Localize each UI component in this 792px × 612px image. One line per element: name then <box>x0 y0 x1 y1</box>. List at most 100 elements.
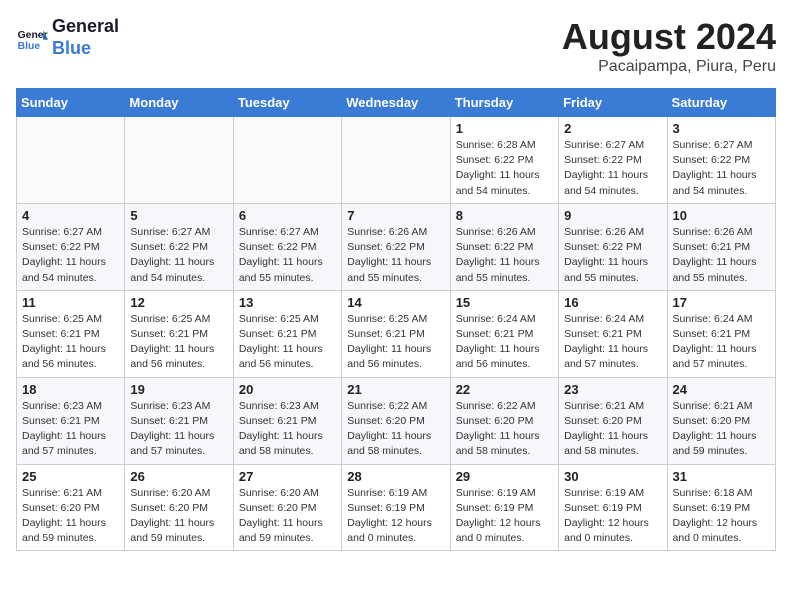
day-of-week-header: Saturday <box>667 89 775 117</box>
day-number: 11 <box>22 295 119 310</box>
day-info: Sunrise: 6:20 AMSunset: 6:20 PMDaylight:… <box>130 486 227 547</box>
day-info: Sunrise: 6:27 AMSunset: 6:22 PMDaylight:… <box>564 138 661 199</box>
day-number: 12 <box>130 295 227 310</box>
calendar-cell: 24Sunrise: 6:21 AMSunset: 6:20 PMDayligh… <box>667 377 775 464</box>
day-number: 16 <box>564 295 661 310</box>
day-of-week-header: Thursday <box>450 89 558 117</box>
day-of-week-header: Sunday <box>17 89 125 117</box>
day-number: 18 <box>22 382 119 397</box>
day-info: Sunrise: 6:26 AMSunset: 6:22 PMDaylight:… <box>347 225 444 286</box>
calendar-cell: 9 Sunrise: 6:26 AMSunset: 6:22 PMDaylight… <box>559 203 667 290</box>
day-info: Sunrise: 6:26 AMSunset: 6:22 PMDaylight:… <box>456 225 553 286</box>
title-block: August 2024 Pacaipampa, Piura, Peru <box>562 16 776 76</box>
calendar-cell: 6 Sunrise: 6:27 AMSunset: 6:22 PMDaylight… <box>233 203 341 290</box>
calendar-cell: 12 Sunrise: 6:25 AMSunset: 6:21 PMDayligh… <box>125 290 233 377</box>
calendar-cell: 4 Sunrise: 6:27 AMSunset: 6:22 PMDaylight… <box>17 203 125 290</box>
day-number: 8 <box>456 208 553 223</box>
day-info: Sunrise: 6:24 AMSunset: 6:21 PMDaylight:… <box>456 312 553 373</box>
day-info: Sunrise: 6:24 AMSunset: 6:21 PMDaylight:… <box>673 312 770 373</box>
calendar-cell: 25 Sunrise: 6:21 AMSunset: 6:20 PMDayligh… <box>17 464 125 551</box>
calendar-cell: 3 Sunrise: 6:27 AMSunset: 6:22 PMDaylight… <box>667 117 775 204</box>
day-of-week-header: Wednesday <box>342 89 450 117</box>
calendar-cell: 19Sunrise: 6:23 AMSunset: 6:21 PMDayligh… <box>125 377 233 464</box>
calendar-cell: 29 Sunrise: 6:19 AMSunset: 6:19 PMDayligh… <box>450 464 558 551</box>
calendar-cell: 10 Sunrise: 6:26 AMSunset: 6:21 PMDayligh… <box>667 203 775 290</box>
day-of-week-header: Monday <box>125 89 233 117</box>
day-number: 28 <box>347 469 444 484</box>
day-of-week-header: Tuesday <box>233 89 341 117</box>
logo-text: General Blue <box>52 16 119 59</box>
day-number: 21 <box>347 382 444 397</box>
day-info: Sunrise: 6:24 AMSunset: 6:21 PMDaylight:… <box>564 312 661 373</box>
day-number: 23 <box>564 382 661 397</box>
day-number: 30 <box>564 469 661 484</box>
calendar-cell: 20 Sunrise: 6:23 AMSunset: 6:21 PMDayligh… <box>233 377 341 464</box>
calendar-cell <box>125 117 233 204</box>
day-info: Sunrise: 6:27 AMSunset: 6:22 PMDaylight:… <box>239 225 336 286</box>
calendar-cell: 7 Sunrise: 6:26 AMSunset: 6:22 PMDaylight… <box>342 203 450 290</box>
calendar-cell: 30 Sunrise: 6:19 AMSunset: 6:19 PMDayligh… <box>559 464 667 551</box>
day-info: Sunrise: 6:25 AMSunset: 6:21 PMDaylight:… <box>130 312 227 373</box>
day-info: Sunrise: 6:23 AMSunset: 6:21 PMDaylight:… <box>22 399 119 460</box>
day-number: 7 <box>347 208 444 223</box>
day-info: Sunrise: 6:27 AMSunset: 6:22 PMDaylight:… <box>22 225 119 286</box>
day-info: Sunrise: 6:28 AMSunset: 6:22 PMDaylight:… <box>456 138 553 199</box>
day-number: 13 <box>239 295 336 310</box>
calendar-cell: 22 Sunrise: 6:22 AMSunset: 6:20 PMDayligh… <box>450 377 558 464</box>
day-info: Sunrise: 6:20 AMSunset: 6:20 PMDaylight:… <box>239 486 336 547</box>
calendar-cell: 13 Sunrise: 6:25 AMSunset: 6:21 PMDayligh… <box>233 290 341 377</box>
calendar-cell: 1 Sunrise: 6:28 AMSunset: 6:22 PMDaylight… <box>450 117 558 204</box>
day-number: 19 <box>130 382 227 397</box>
calendar-cell: 27 Sunrise: 6:20 AMSunset: 6:20 PMDayligh… <box>233 464 341 551</box>
day-number: 1 <box>456 121 553 136</box>
day-info: Sunrise: 6:21 AMSunset: 6:20 PMDaylight:… <box>22 486 119 547</box>
day-number: 9 <box>564 208 661 223</box>
calendar-cell: 21 Sunrise: 6:22 AMSunset: 6:20 PMDayligh… <box>342 377 450 464</box>
day-number: 31 <box>673 469 770 484</box>
day-info: Sunrise: 6:19 AMSunset: 6:19 PMDaylight:… <box>456 486 553 547</box>
day-number: 10 <box>673 208 770 223</box>
calendar-cell <box>342 117 450 204</box>
calendar-cell: 17 Sunrise: 6:24 AMSunset: 6:21 PMDayligh… <box>667 290 775 377</box>
day-info: Sunrise: 6:19 AMSunset: 6:19 PMDaylight:… <box>347 486 444 547</box>
day-number: 26 <box>130 469 227 484</box>
day-number: 29 <box>456 469 553 484</box>
day-number: 27 <box>239 469 336 484</box>
day-info: Sunrise: 6:27 AMSunset: 6:22 PMDaylight:… <box>673 138 770 199</box>
day-info: Sunrise: 6:26 AMSunset: 6:21 PMDaylight:… <box>673 225 770 286</box>
calendar-cell: 11 Sunrise: 6:25 AMSunset: 6:21 PMDayligh… <box>17 290 125 377</box>
calendar-cell: 28 Sunrise: 6:19 AMSunset: 6:19 PMDayligh… <box>342 464 450 551</box>
day-info: Sunrise: 6:25 AMSunset: 6:21 PMDaylight:… <box>239 312 336 373</box>
day-info: Sunrise: 6:22 AMSunset: 6:20 PMDaylight:… <box>347 399 444 460</box>
day-info: Sunrise: 6:21 AMSunset: 6:20 PMDaylight:… <box>673 399 770 460</box>
calendar-cell: 8 Sunrise: 6:26 AMSunset: 6:22 PMDaylight… <box>450 203 558 290</box>
day-info: Sunrise: 6:25 AMSunset: 6:21 PMDaylight:… <box>22 312 119 373</box>
calendar-cell: 14Sunrise: 6:25 AMSunset: 6:21 PMDayligh… <box>342 290 450 377</box>
day-number: 25 <box>22 469 119 484</box>
month-title: August 2024 <box>562 16 776 58</box>
day-number: 2 <box>564 121 661 136</box>
calendar-cell: 2 Sunrise: 6:27 AMSunset: 6:22 PMDaylight… <box>559 117 667 204</box>
calendar-table: SundayMondayTuesdayWednesdayThursdayFrid… <box>16 88 776 551</box>
day-number: 15 <box>456 295 553 310</box>
day-number: 4 <box>22 208 119 223</box>
day-info: Sunrise: 6:27 AMSunset: 6:22 PMDaylight:… <box>130 225 227 286</box>
day-info: Sunrise: 6:25 AMSunset: 6:21 PMDaylight:… <box>347 312 444 373</box>
svg-text:Blue: Blue <box>18 41 41 52</box>
day-info: Sunrise: 6:18 AMSunset: 6:19 PMDaylight:… <box>673 486 770 547</box>
day-info: Sunrise: 6:19 AMSunset: 6:19 PMDaylight:… <box>564 486 661 547</box>
day-number: 6 <box>239 208 336 223</box>
day-info: Sunrise: 6:23 AMSunset: 6:21 PMDaylight:… <box>239 399 336 460</box>
calendar-cell: 23 Sunrise: 6:21 AMSunset: 6:20 PMDayligh… <box>559 377 667 464</box>
day-number: 3 <box>673 121 770 136</box>
calendar-cell: 31 Sunrise: 6:18 AMSunset: 6:19 PMDayligh… <box>667 464 775 551</box>
page-header: General Blue General Blue August 2024 Pa… <box>16 16 776 76</box>
day-number: 17 <box>673 295 770 310</box>
calendar-cell: 16 Sunrise: 6:24 AMSunset: 6:21 PMDayligh… <box>559 290 667 377</box>
day-info: Sunrise: 6:26 AMSunset: 6:22 PMDaylight:… <box>564 225 661 286</box>
calendar-cell: 26 Sunrise: 6:20 AMSunset: 6:20 PMDayligh… <box>125 464 233 551</box>
day-info: Sunrise: 6:22 AMSunset: 6:20 PMDaylight:… <box>456 399 553 460</box>
day-info: Sunrise: 6:21 AMSunset: 6:20 PMDaylight:… <box>564 399 661 460</box>
day-number: 20 <box>239 382 336 397</box>
day-number: 22 <box>456 382 553 397</box>
